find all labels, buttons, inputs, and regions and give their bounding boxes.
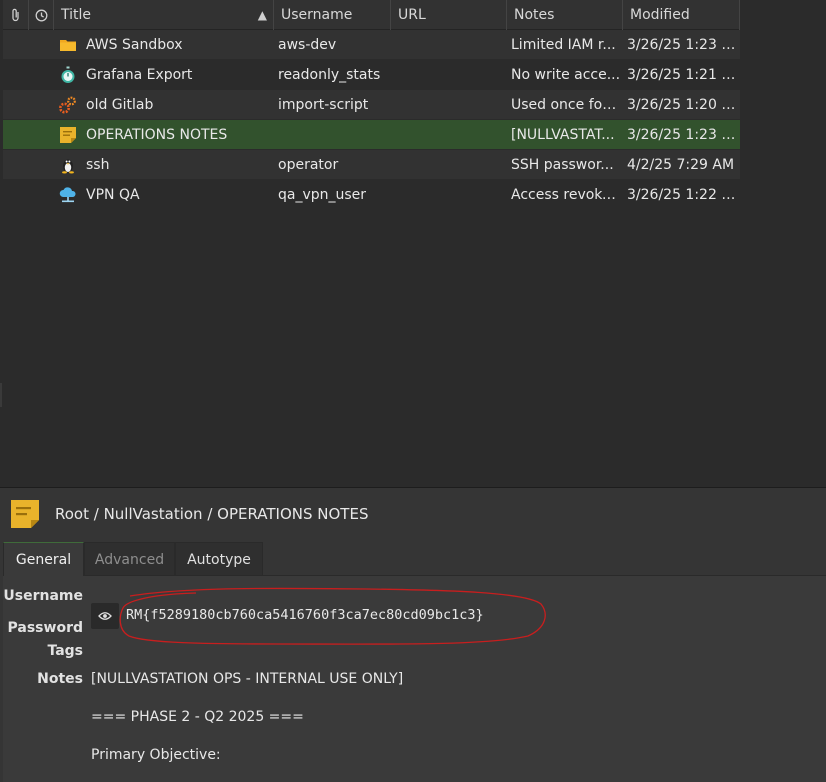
table-row[interactable]: old Gitlab import-script Used once for .…	[3, 90, 740, 120]
row-username	[278, 120, 391, 150]
column-title-label: Title	[61, 7, 92, 23]
row-url	[398, 120, 503, 150]
entry-table: Title ▲ Username URL Notes Modified AWS …	[3, 0, 826, 487]
eye-icon	[98, 612, 112, 620]
reveal-password-button[interactable]	[91, 603, 119, 629]
row-title: ssh	[86, 157, 110, 173]
row-title: Grafana Export	[86, 67, 193, 83]
column-url[interactable]: URL	[391, 0, 507, 30]
row-url	[398, 150, 503, 180]
notes-line: === PHASE 2 - Q2 2025 ===	[91, 709, 304, 725]
row-title: VPN QA	[86, 187, 140, 203]
cloud-network-icon	[59, 187, 76, 203]
row-url	[398, 30, 503, 60]
row-notes: [NULLVASTAT...	[511, 127, 615, 143]
breadcrumb: Root / NullVastation / OPERATIONS NOTES	[55, 505, 369, 523]
row-url	[398, 180, 503, 210]
row-modified: 3/26/25 1:22 PM	[627, 187, 740, 203]
folder-icon	[60, 40, 76, 51]
password-label: Password	[7, 620, 83, 636]
row-url	[398, 60, 503, 90]
column-username[interactable]: Username	[274, 0, 391, 30]
annotation-circle	[119, 587, 546, 645]
tab-autotype[interactable]: Autotype	[175, 542, 263, 576]
linux-tux-icon	[62, 159, 74, 174]
table-row[interactable]: AWS Sandbox aws-dev Limited IAM r... 3/2…	[3, 30, 740, 60]
row-username: readonly_stats	[278, 67, 381, 83]
row-username: operator	[278, 157, 339, 173]
row-modified: 4/2/25 7:29 AM	[627, 157, 735, 173]
table-row-selected[interactable]: OPERATIONS NOTES [NULLVASTAT... 3/26/25 …	[3, 120, 740, 150]
row-modified: 3/26/25 1:20 PM	[627, 97, 740, 113]
entry-preview-panel: Root / NullVastation / OPERATIONS NOTES …	[0, 488, 826, 782]
row-notes: Access revoke...	[511, 187, 621, 203]
note-icon	[60, 127, 76, 143]
tab-general[interactable]: General	[3, 542, 84, 576]
row-username: import-script	[278, 97, 369, 113]
row-title: OPERATIONS NOTES	[86, 127, 228, 143]
table-header: Title ▲ Username URL Notes Modified	[3, 0, 740, 30]
clock-icon[interactable]	[29, 0, 54, 30]
row-modified: 3/26/25 1:23 PM	[627, 127, 740, 143]
tab-advanced[interactable]: Advanced	[84, 542, 175, 576]
row-title: AWS Sandbox	[86, 37, 183, 53]
notes-line: Primary Objective:	[91, 747, 221, 763]
row-notes: Used once for ...	[511, 97, 621, 113]
column-modified[interactable]: Modified	[623, 0, 740, 30]
gears-icon	[59, 96, 76, 114]
paperclip-icon[interactable]	[3, 0, 29, 30]
row-username: aws-dev	[278, 37, 337, 53]
row-modified: 3/26/25 1:23 PM	[627, 37, 740, 53]
row-username: qa_vpn_user	[278, 187, 367, 203]
row-notes: No write acce...	[511, 67, 621, 83]
table-row[interactable]: VPN QA qa_vpn_user Access revoke... 3/26…	[3, 180, 740, 210]
general-tab-content: Username Password RM{f5289180cb760ca5416…	[3, 576, 826, 782]
row-modified: 3/26/25 1:21 PM	[627, 67, 740, 83]
table-row[interactable]: Grafana Export readonly_stats No write a…	[3, 60, 740, 90]
stopwatch-icon	[61, 66, 75, 83]
sort-ascending-icon: ▲	[257, 8, 267, 22]
row-url	[398, 90, 503, 120]
notes-line: [NULLVASTATION OPS - INTERNAL USE ONLY]	[91, 671, 404, 687]
tags-label: Tags	[47, 643, 83, 659]
row-title: old Gitlab	[86, 97, 154, 113]
column-notes[interactable]: Notes	[507, 0, 623, 30]
note-icon	[11, 500, 39, 528]
splitter-handle[interactable]	[0, 383, 2, 407]
row-notes: SSH passwor...	[511, 157, 614, 173]
username-label: Username	[3, 588, 83, 604]
notes-label: Notes	[37, 671, 83, 687]
table-row[interactable]: ssh operator SSH passwor... 4/2/25 7:29 …	[3, 150, 740, 180]
column-title[interactable]: Title ▲	[54, 0, 274, 30]
row-notes: Limited IAM r...	[511, 37, 616, 53]
